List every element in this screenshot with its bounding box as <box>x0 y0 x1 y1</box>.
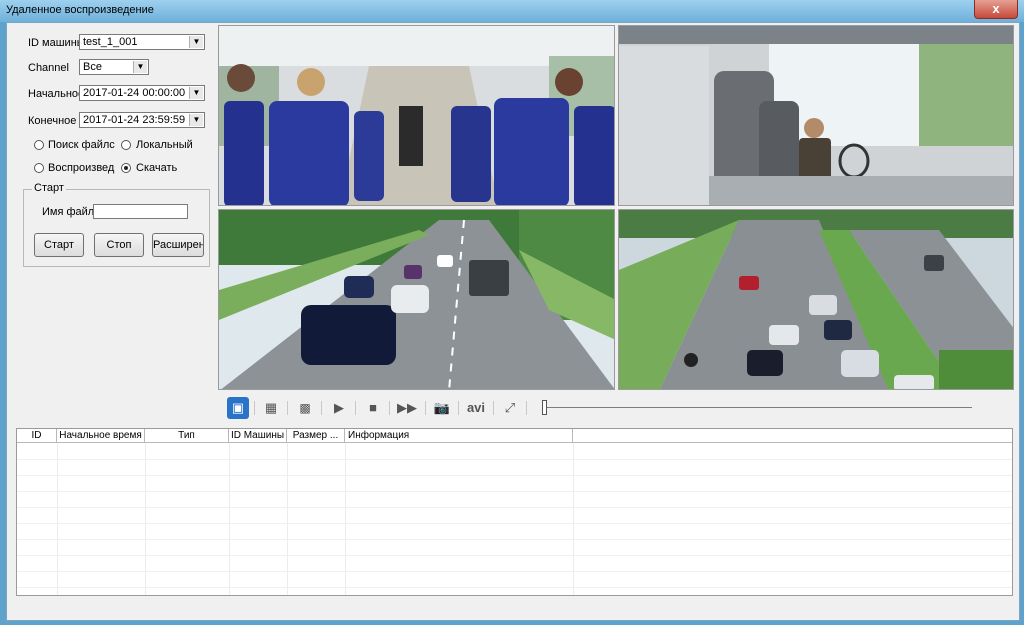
column-divider <box>345 443 346 595</box>
play-icon[interactable]: ▶ <box>328 397 350 419</box>
column-header-machine-id[interactable]: ID Машины <box>229 429 287 443</box>
chevron-down-icon: ▼ <box>189 36 203 48</box>
column-divider <box>573 443 574 595</box>
advanced-button[interactable]: Расширенны <box>152 233 204 257</box>
channel-value: Все <box>83 61 102 73</box>
toolbar-separator <box>389 401 390 415</box>
toolbar-separator <box>254 401 255 415</box>
single-view-icon[interactable]: ▣ <box>227 397 249 419</box>
file-list-table[interactable]: ID Начальное время Тип ID Машины Размер … <box>16 428 1013 596</box>
download-group: Старт Имя файла Старт Стоп Расширенны <box>23 182 210 267</box>
row-divider <box>17 523 1012 524</box>
row-divider <box>17 571 1012 572</box>
machine-id-select[interactable]: test_1_001 ▼ <box>79 34 205 50</box>
title-bar: Удаленное воспроизведение x <box>0 0 1024 22</box>
filename-label: Имя файла <box>42 206 101 218</box>
column-header-info[interactable]: Информация <box>345 429 573 443</box>
video-tile-bus-interior[interactable] <box>218 25 615 206</box>
row-divider <box>17 475 1012 476</box>
toolbar-separator <box>493 401 494 415</box>
toolbar-separator <box>458 401 459 415</box>
main-client: ID машины test_1_001 ▼ Channel Все ▼ Нач… <box>6 22 1020 621</box>
bus-driver-image <box>619 26 1013 205</box>
toolbar-separator <box>287 401 288 415</box>
chevron-down-icon: ▼ <box>133 61 147 73</box>
chevron-down-icon: ▼ <box>189 114 203 126</box>
toolbar-separator <box>355 401 356 415</box>
column-header-filler <box>573 429 1012 443</box>
column-divider <box>57 443 58 595</box>
avi-icon[interactable]: avi <box>463 397 489 419</box>
radio-local-file[interactable] <box>121 140 131 150</box>
playback-slider-track[interactable] <box>544 407 972 408</box>
end-time-label: Конечное в <box>28 115 86 127</box>
column-header-start-time[interactable]: Начальное время <box>57 429 145 443</box>
toolbar-separator <box>526 401 527 415</box>
start-time-label: Начальное <box>28 88 85 100</box>
toolbar-separator <box>425 401 426 415</box>
channel-label: Channel <box>28 62 69 74</box>
column-header-size[interactable]: Размер ... <box>287 429 345 443</box>
fullscreen-icon[interactable]: ⤢ <box>499 397 521 419</box>
row-divider <box>17 459 1012 460</box>
radio-playback-label: Воспроизвед <box>48 162 115 174</box>
radio-search-files[interactable] <box>34 140 44 150</box>
end-time-picker[interactable]: 2017-01-24 23:59:59 ▼ <box>79 112 205 128</box>
fast-forward-icon[interactable]: ▶▶ <box>396 397 418 419</box>
machine-id-value: test_1_001 <box>83 36 138 48</box>
radio-local-file-label: Локальный ф <box>136 139 194 151</box>
close-button[interactable]: x <box>974 0 1018 19</box>
row-divider <box>17 507 1012 508</box>
window-title: Удаленное воспроизведение <box>6 4 154 16</box>
grid-9-icon[interactable]: ▦ <box>260 397 282 419</box>
filename-input[interactable] <box>93 204 188 219</box>
stop-icon[interactable]: ■ <box>362 397 384 419</box>
row-divider <box>17 491 1012 492</box>
highway-traffic-image <box>619 210 1013 389</box>
start-time-value: 2017-01-24 00:00:00 <box>83 87 186 99</box>
column-header-type[interactable]: Тип <box>145 429 229 443</box>
radio-search-files-label: Поиск файлс <box>48 139 115 151</box>
column-divider <box>145 443 146 595</box>
row-divider <box>17 587 1012 588</box>
toolbar-separator <box>321 401 322 415</box>
camera-icon[interactable]: 📷 <box>431 397 453 419</box>
video-tile-highway-traffic[interactable] <box>618 209 1014 390</box>
start-time-picker[interactable]: 2017-01-24 00:00:00 ▼ <box>79 85 205 101</box>
bus-interior-image <box>219 26 614 205</box>
playback-slider-thumb[interactable] <box>542 400 547 415</box>
end-time-value: 2017-01-24 23:59:59 <box>83 114 186 126</box>
start-button[interactable]: Старт <box>34 233 84 257</box>
channel-select[interactable]: Все ▼ <box>79 59 149 75</box>
column-divider <box>229 443 230 595</box>
row-divider <box>17 555 1012 556</box>
column-divider <box>287 443 288 595</box>
grid-16-icon[interactable]: ▩ <box>294 397 316 419</box>
radio-download-label: Скачать <box>136 162 178 174</box>
radio-playback[interactable] <box>34 163 44 173</box>
highway-cars-image <box>219 210 614 389</box>
video-tile-bus-driver[interactable] <box>618 25 1014 206</box>
chevron-down-icon: ▼ <box>189 87 203 99</box>
stop-button[interactable]: Стоп <box>94 233 144 257</box>
machine-id-label: ID машины <box>28 37 85 49</box>
download-group-title: Старт <box>32 182 66 194</box>
radio-download[interactable] <box>121 163 131 173</box>
row-divider <box>17 539 1012 540</box>
video-tile-highway-cars[interactable] <box>218 209 615 390</box>
column-header-id[interactable]: ID <box>17 429 57 443</box>
